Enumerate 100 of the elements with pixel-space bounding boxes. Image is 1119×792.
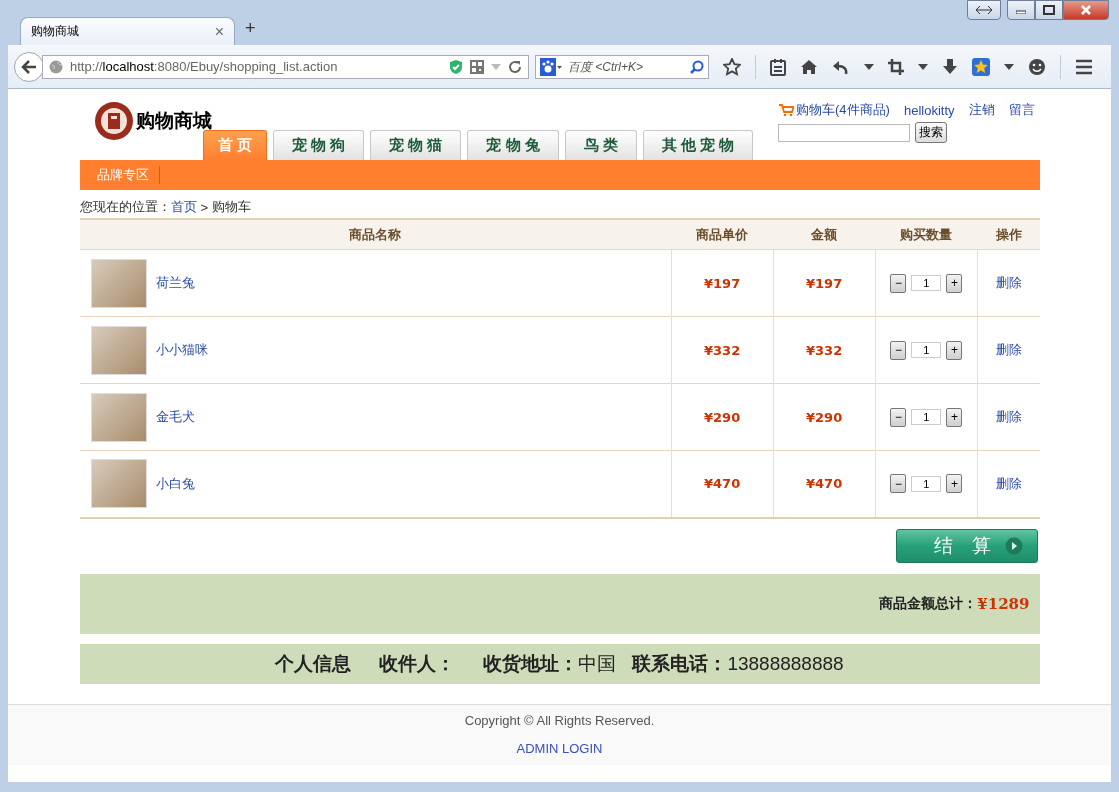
cart-icon (778, 103, 795, 117)
dropdown-icon[interactable] (1004, 63, 1014, 70)
column-header: 商品名称 (79, 219, 672, 250)
unit-price: ¥290 (704, 409, 741, 425)
product-name-link[interactable]: 小小猫咪 (155, 341, 208, 359)
quantity-input[interactable]: 1 (911, 275, 942, 291)
decrease-button[interactable]: − (890, 273, 907, 293)
play-icon (1004, 536, 1023, 555)
total-label: 商品金额总计： (879, 594, 978, 613)
delete-link[interactable]: 删除 (995, 409, 1022, 424)
decrease-button[interactable]: − (890, 340, 907, 360)
address-bar[interactable]: http://localhost:8080/Ebuy/shopping_list.action (42, 54, 529, 79)
smiley-icon[interactable] (1028, 57, 1046, 76)
reload-icon[interactable] (508, 59, 522, 74)
photo-placeholder (90, 325, 147, 375)
cart-link[interactable]: 购物车(4件商品) (796, 101, 890, 119)
increase-button[interactable]: + (946, 407, 963, 427)
breadcrumb-separator: > (200, 199, 209, 215)
close-icon (1080, 5, 1092, 15)
back-button[interactable] (14, 51, 44, 82)
tab-title: 购物商城 (31, 23, 79, 40)
quantity-input[interactable]: 1 (911, 475, 942, 492)
user-link[interactable]: hellokitty (903, 102, 955, 118)
user-link[interactable]: 注销 (968, 101, 995, 119)
unit-price: ¥197 (704, 275, 741, 291)
amount: ¥470 (806, 476, 843, 492)
column-header: 操作 (977, 219, 1040, 250)
total-value: ¥1289 (977, 594, 1030, 613)
crop-icon[interactable] (888, 58, 904, 75)
address-label: 收货地址： (483, 651, 579, 676)
recipient-label: 收件人： (379, 651, 456, 676)
breadcrumb-link[interactable]: 首页 (170, 198, 197, 216)
info-title: 个人信息 (275, 651, 352, 676)
phone-value: 13888888888 (727, 652, 844, 675)
search-input[interactable]: 百度 <Ctrl+K> (566, 58, 686, 75)
delete-link[interactable]: 删除 (995, 475, 1022, 491)
close-button[interactable] (1063, 0, 1109, 20)
photo-placeholder (90, 258, 147, 308)
delete-link[interactable]: 删除 (995, 275, 1022, 290)
column-header: 购买数量 (875, 219, 978, 250)
column-header: 金额 (773, 219, 876, 250)
undo-icon[interactable] (832, 58, 850, 75)
minimize-button[interactable] (1007, 0, 1035, 20)
decrease-button[interactable]: − (890, 474, 907, 494)
menu-icon[interactable] (1075, 58, 1093, 75)
product-name-link[interactable]: 荷兰兔 (155, 274, 195, 292)
increase-button[interactable]: + (946, 273, 963, 293)
decrease-button[interactable]: − (890, 407, 907, 427)
quantity-input[interactable]: 1 (911, 409, 942, 425)
photo-placeholder (90, 459, 147, 509)
globe-icon (49, 59, 63, 74)
amount: ¥290 (806, 409, 843, 425)
home-icon[interactable] (800, 58, 818, 75)
phone-label: 联系电话： (632, 651, 728, 676)
increase-button[interactable]: + (946, 474, 963, 494)
qr-code-icon (470, 59, 484, 74)
breadcrumb-label: 您现在的位置： (79, 198, 171, 216)
url-text: http://localhost:8080/Ebuy/shopping_list.action (70, 59, 339, 74)
reading-list-icon[interactable] (770, 57, 786, 76)
nav-tab[interactable]: 宠 物 狗 (272, 130, 364, 160)
nav-tab[interactable]: 宠 物 兔 (467, 130, 559, 160)
address-value: 中国 (578, 651, 617, 676)
unit-price: ¥470 (704, 476, 741, 492)
logo-text: 购物商城 (135, 108, 212, 133)
dropdown-icon[interactable] (864, 63, 874, 70)
search-input[interactable] (778, 123, 911, 142)
search-icon[interactable] (690, 59, 704, 74)
amount: ¥197 (806, 275, 843, 291)
quantity-input[interactable]: 1 (911, 342, 942, 358)
unit-price: ¥332 (704, 342, 741, 358)
product-name-link[interactable]: 小白兔 (155, 474, 195, 493)
paw-icon (540, 57, 562, 76)
nav-tab[interactable]: 宠 物 猫 (370, 130, 462, 160)
photo-placeholder (90, 392, 147, 442)
download-icon[interactable] (942, 58, 958, 75)
nav-tab[interactable]: 其 他 宠 物 (642, 130, 754, 160)
breadcrumb-current: 购物车 (212, 198, 252, 216)
copyright-text: Copyright © All Rights Reserved. (464, 713, 655, 728)
new-tab-button[interactable]: + (245, 18, 256, 39)
search-field[interactable]: 百度 <Ctrl+K> (535, 54, 709, 79)
star-badge-icon[interactable] (972, 57, 990, 76)
user-link[interactable]: 留言 (1008, 101, 1035, 119)
double-arrow-icon (975, 5, 993, 15)
nav-tab[interactable]: 鸟 类 (564, 130, 637, 160)
resize-button[interactable] (967, 0, 1001, 20)
maximize-icon (1043, 5, 1055, 15)
maximize-button[interactable] (1035, 0, 1063, 20)
shield-icon (449, 58, 463, 75)
browser-tab[interactable]: 购物商城 × (20, 17, 235, 45)
product-name-link[interactable]: 金毛犬 (155, 408, 195, 426)
delete-link[interactable]: 删除 (995, 342, 1022, 357)
search-button[interactable]: 搜索 (915, 122, 948, 143)
tab-close-button[interactable]: × (214, 22, 224, 41)
dropdown-icon[interactable] (918, 63, 928, 70)
admin-login-link[interactable]: ADMIN LOGIN (516, 741, 603, 756)
back-arrow-icon (21, 59, 37, 74)
increase-button[interactable]: + (946, 340, 963, 360)
star-icon[interactable] (723, 57, 741, 76)
amount: ¥332 (806, 342, 843, 358)
column-header: 商品单价 (671, 219, 774, 250)
